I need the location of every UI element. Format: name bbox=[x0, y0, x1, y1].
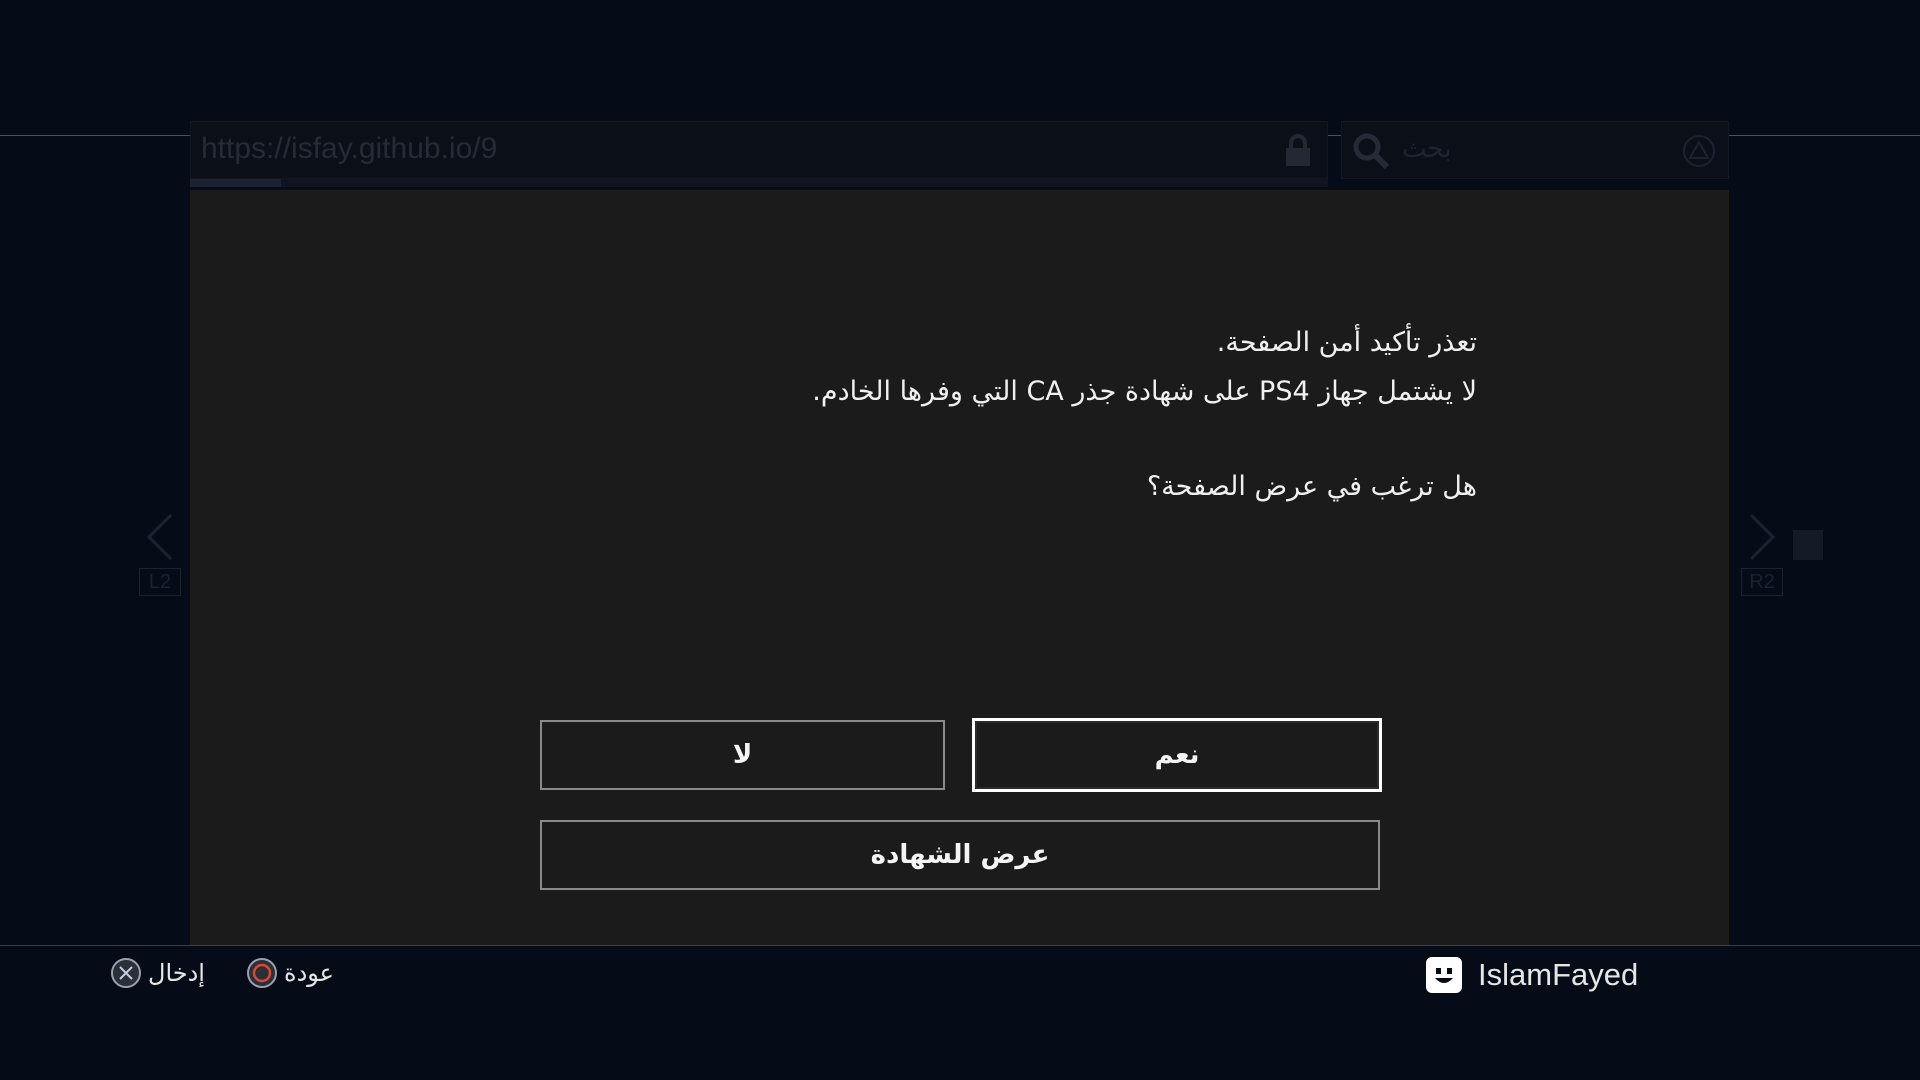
page-load-progress-fill bbox=[190, 179, 282, 187]
message-line-1: تعذر تأكيد أمن الصفحة. bbox=[1216, 327, 1477, 358]
search-icon bbox=[1353, 133, 1390, 170]
page-load-progress bbox=[190, 179, 1328, 187]
previous-tab-button[interactable]: L2 bbox=[130, 512, 190, 622]
username: IslamFayed bbox=[1478, 957, 1639, 992]
cross-button-icon bbox=[111, 958, 141, 988]
chevron-right-icon bbox=[1749, 513, 1776, 561]
lock-icon bbox=[1286, 134, 1310, 166]
dialog-message: تعذر تأكيد أمن الصفحة. لا يشتمل جهاز PS4… bbox=[637, 318, 1477, 511]
bottom-divider bbox=[0, 945, 1920, 946]
smiley-avatar-icon bbox=[1435, 968, 1453, 983]
security-warning-dialog: تعذر تأكيد أمن الصفحة. لا يشتمل جهاز PS4… bbox=[190, 190, 1729, 945]
message-line-2: لا يشتمل جهاز PS4 على شهادة جذر CA التي … bbox=[812, 376, 1477, 407]
chevron-left-icon bbox=[146, 513, 173, 561]
next-tab-button[interactable]: R2 bbox=[1732, 512, 1792, 622]
yes-button[interactable]: نعم bbox=[972, 718, 1382, 792]
search-placeholder: بحث bbox=[1402, 134, 1452, 164]
user-profile: IslamFayed bbox=[1426, 953, 1638, 997]
search-bar[interactable]: بحث bbox=[1341, 121, 1729, 179]
back-hint: عودة bbox=[246, 953, 334, 993]
new-tab-plus-icon[interactable] bbox=[1793, 530, 1823, 560]
view-certificate-button[interactable]: عرض الشهادة bbox=[540, 820, 1380, 890]
enter-hint-label: إدخال bbox=[148, 959, 205, 987]
avatar bbox=[1426, 957, 1462, 993]
l2-label: L2 bbox=[139, 568, 181, 596]
triangle-button-icon bbox=[1683, 135, 1715, 167]
circle-button-icon bbox=[247, 958, 277, 988]
message-question: هل ترغب في عرض الصفحة؟ bbox=[1146, 471, 1477, 502]
enter-hint: إدخال bbox=[110, 953, 205, 993]
r2-label: R2 bbox=[1741, 568, 1783, 596]
no-button[interactable]: لا bbox=[540, 720, 945, 790]
address-bar[interactable]: https://isfay.github.io/9 bbox=[190, 121, 1328, 179]
address-text: https://isfay.github.io/9 bbox=[201, 132, 498, 165]
back-hint-label: عودة bbox=[284, 959, 334, 987]
